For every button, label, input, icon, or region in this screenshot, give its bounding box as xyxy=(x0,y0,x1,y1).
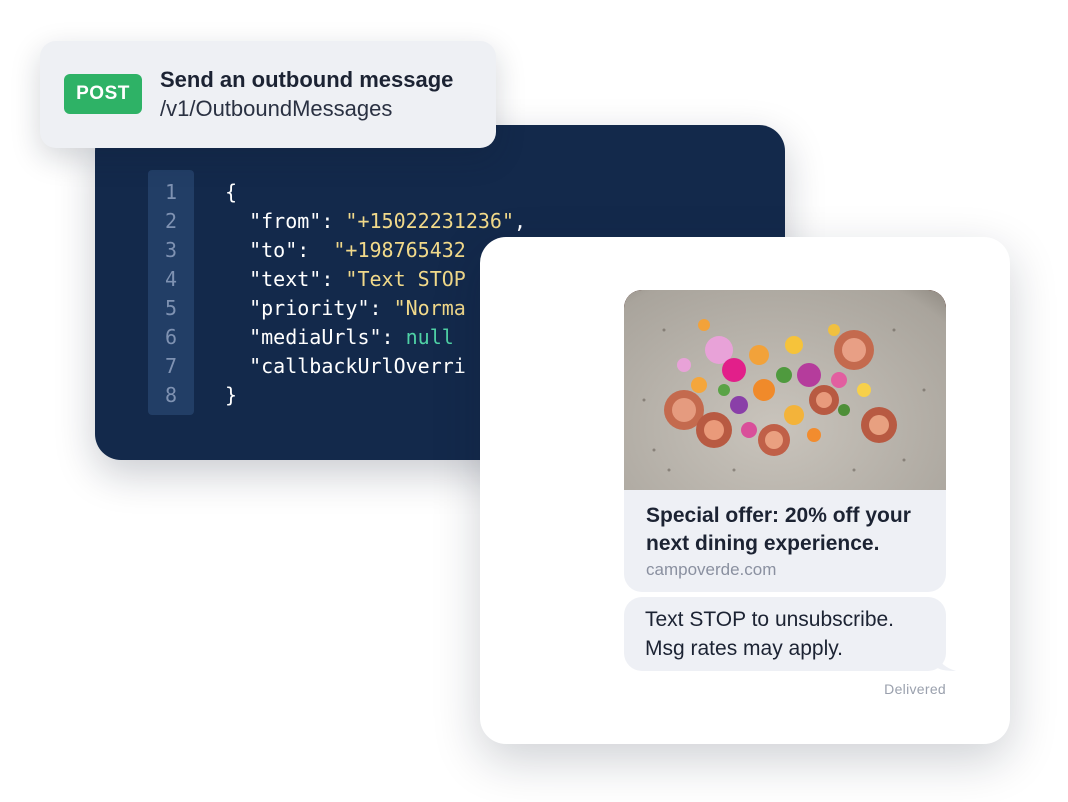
line-number: 7 xyxy=(164,354,178,378)
code-token-punct: : xyxy=(381,325,406,349)
code-token-key: "to" xyxy=(225,238,298,262)
http-method-badge: POST xyxy=(64,74,142,114)
code-line: "from": "+15022231236", xyxy=(225,207,526,236)
endpoint-card[interactable]: POST Send an outbound message /v1/Outbou… xyxy=(40,41,496,148)
line-number: 1 xyxy=(164,180,178,204)
code-token-str: "+198765432 xyxy=(333,238,466,262)
rich-message-bubble[interactable]: Special offer: 20% off your next dining … xyxy=(624,290,946,592)
code-token-null: null xyxy=(405,325,454,349)
text-message-bubble: Text STOP to unsubscribe. Msg rates may … xyxy=(624,597,946,671)
code-line: } xyxy=(225,381,237,410)
line-number: 8 xyxy=(164,383,178,407)
code-line: "callbackUrlOverri xyxy=(225,352,466,381)
code-token-key: "text" xyxy=(225,267,322,291)
code-token-key: "mediaUrls" xyxy=(225,325,382,349)
code-token-key: "priority" xyxy=(225,296,370,320)
code-line: "to": "+198765432 xyxy=(225,236,466,265)
line-number: 5 xyxy=(164,296,178,320)
code-token-punct: , xyxy=(514,209,527,233)
code-token-punct: : xyxy=(297,238,334,262)
code-token-key: "from" xyxy=(225,209,322,233)
code-line: "mediaUrls": null xyxy=(225,323,454,352)
delivery-status: Delivered xyxy=(884,681,946,697)
bubble-tail-icon xyxy=(936,655,956,671)
message-body: Text STOP to unsubscribe. Msg rates may … xyxy=(645,608,895,660)
code-token-str: "Norma xyxy=(393,296,466,320)
code-token-punct: { xyxy=(225,180,238,204)
endpoint-path: /v1/OutboundMessages xyxy=(160,96,393,121)
code-token-key: "callbackUrlOverri xyxy=(225,354,466,378)
code-token-punct: } xyxy=(225,383,238,407)
code-token-str: "Text STOP xyxy=(345,267,466,291)
code-token-punct: : xyxy=(321,209,346,233)
line-number: 2 xyxy=(164,209,178,233)
code-token-punct: : xyxy=(321,267,346,291)
line-number: 6 xyxy=(164,325,178,349)
message-preview-card: Special offer: 20% off your next dining … xyxy=(480,237,1010,744)
line-number-gutter: 1 2 3 4 5 6 7 8 xyxy=(148,170,194,415)
endpoint-title: Send an outbound message xyxy=(160,67,454,92)
code-token-str: "+15022231236" xyxy=(345,209,514,233)
line-number: 4 xyxy=(164,267,178,291)
line-number: 3 xyxy=(164,238,178,262)
code-line: "priority": "Norma xyxy=(225,294,466,323)
food-image xyxy=(624,290,946,490)
code-token-punct: : xyxy=(369,296,394,320)
code-line: "text": "Text STOP xyxy=(225,265,466,294)
link-domain[interactable]: campoverde.com xyxy=(646,560,776,580)
offer-headline: Special offer: 20% off your next dining … xyxy=(646,504,911,555)
code-line: { xyxy=(225,178,237,207)
